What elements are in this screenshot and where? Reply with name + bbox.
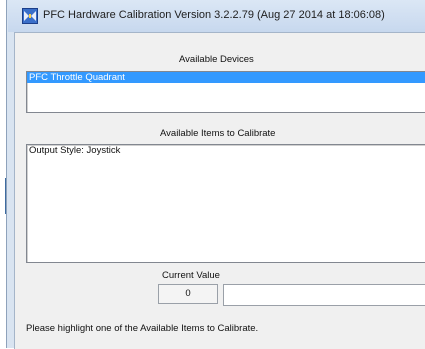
devices-listbox[interactable]: PFC Throttle Quadrant [26,71,425,113]
available-devices-label: Available Devices [179,54,254,65]
window-title: PFC Hardware Calibration Version 3.2.2.7… [43,9,385,21]
status-message: Please highlight one of the Available It… [26,323,259,334]
current-value-label: Current Value [162,270,220,281]
list-item-pfc-throttle-quadrant[interactable]: PFC Throttle Quadrant [27,72,425,83]
title-bar[interactable]: PFC Hardware Calibration Version 3.2.2.7… [8,0,425,32]
calibration-app-icon [22,8,38,24]
current-value-text-field[interactable] [223,284,425,306]
available-items-label: Available Items to Calibrate [160,128,276,139]
current-value-display: 0 [158,284,218,304]
list-item-output-style[interactable]: Output Style: Joystick [27,145,425,156]
calibration-items-listbox[interactable]: Output Style: Joystick [26,144,425,263]
calibration-panel: Available Devices PFC Throttle Quadrant … [14,32,425,349]
